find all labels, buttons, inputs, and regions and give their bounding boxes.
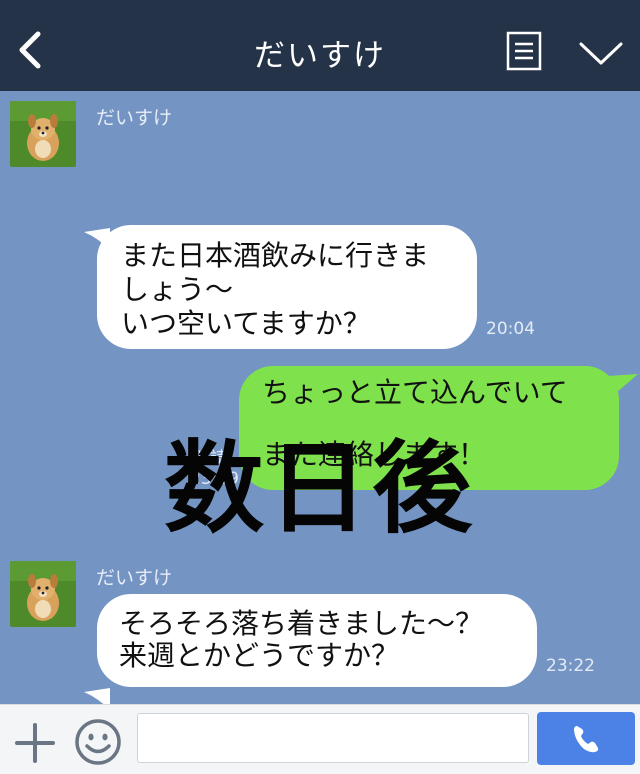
avatar[interactable] — [10, 101, 76, 167]
list-icon[interactable] — [506, 31, 542, 71]
message-time: 20:04 — [486, 319, 535, 339]
call-button[interactable] — [537, 712, 635, 765]
phone-icon — [574, 726, 599, 753]
message-time: 23:22 — [546, 656, 595, 676]
dog-avatar-icon — [10, 561, 76, 627]
message-composer — [0, 704, 640, 774]
message-line: しょう〜 — [121, 273, 234, 306]
chevron-down-icon[interactable] — [578, 40, 624, 68]
time-skip-text: 数日後 — [164, 429, 476, 547]
message-line: 来週とかどうですか？ — [119, 639, 400, 672]
message-line: いつ空いてますか？ — [121, 307, 371, 340]
sender-name: だいすけ — [96, 107, 173, 129]
chat-title: だいすけ — [254, 38, 386, 74]
dog-avatar-icon — [10, 101, 76, 167]
sender-name: だいすけ — [96, 567, 173, 589]
plus-icon[interactable] — [14, 722, 56, 764]
message-bubble[interactable]: そろそろ落ち着きました〜？ 来週とかどうですか？ — [97, 594, 537, 687]
chat-header: だいすけ — [0, 0, 640, 91]
avatar[interactable] — [10, 561, 76, 627]
smiley-icon[interactable] — [74, 718, 122, 766]
message-line: そろそろ落ち着きました〜？ — [119, 607, 484, 640]
message-input[interactable] — [137, 713, 529, 763]
chat-area[interactable]: だいすけ また日本酒飲みに行きま しょう〜 いつ空いてますか？ 20:04 既読… — [0, 91, 640, 710]
message-line: また日本酒飲みに行きま — [121, 239, 430, 272]
message-bubble[interactable]: また日本酒飲みに行きま しょう〜 いつ空いてますか？ — [97, 225, 477, 349]
message-line: ちょっと立て込んでいて — [262, 376, 568, 409]
